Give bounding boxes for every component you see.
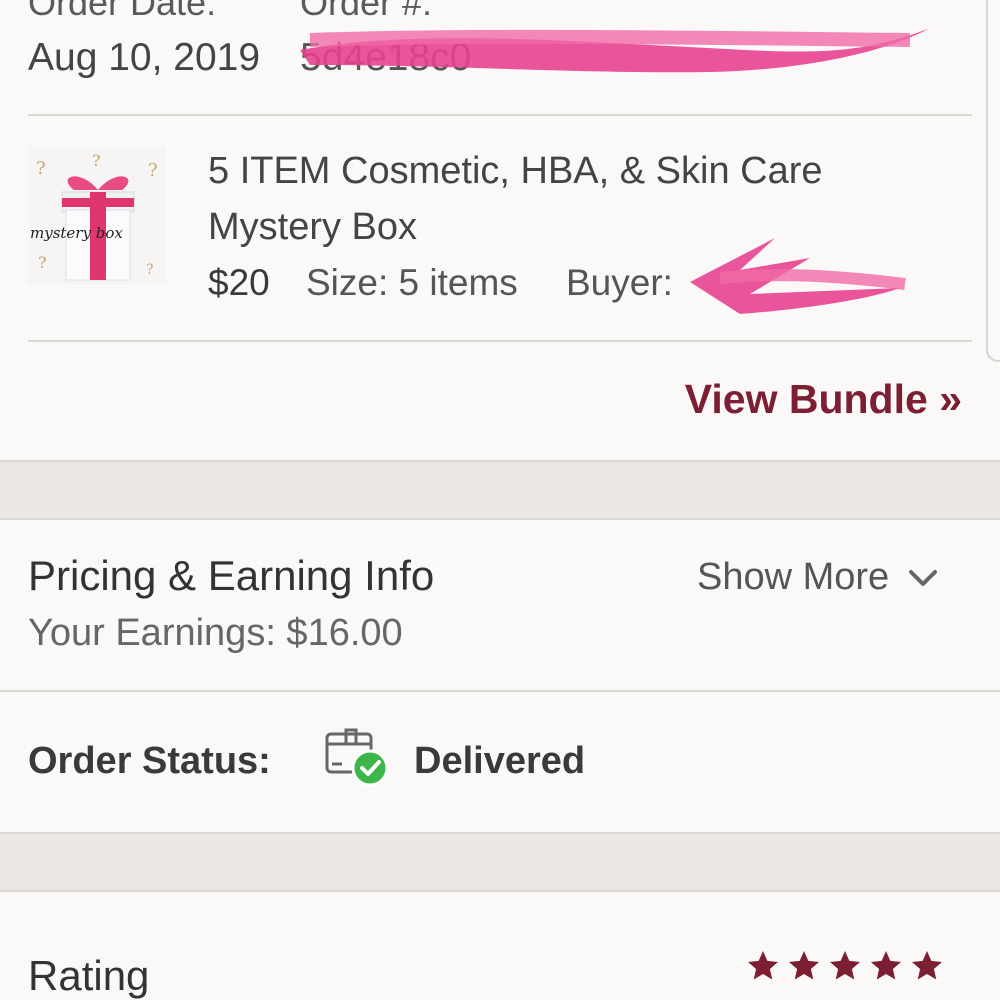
view-bundle-link[interactable]: View Bundle »: [685, 376, 962, 423]
divider: [0, 690, 1000, 692]
item-title-line2[interactable]: Mystery Box: [208, 206, 417, 249]
show-more-button[interactable]: Show More: [697, 556, 943, 599]
chevron-down-icon: [909, 569, 938, 586]
item-buyer-label: Buyer:: [566, 262, 673, 303]
svg-text:mystery box: mystery box: [30, 224, 123, 242]
redaction-scribble: [300, 28, 930, 73]
pricing-heading: Pricing & Earning Info: [28, 552, 435, 599]
order-date-value: Aug 10, 2019: [28, 36, 261, 79]
rating-heading: Rating: [28, 952, 150, 999]
divider: [28, 340, 972, 342]
divider: [28, 114, 972, 116]
star-icon: [871, 951, 901, 980]
delivered-package-icon: [325, 728, 389, 787]
rating-stars: [744, 948, 949, 984]
svg-text:?: ?: [146, 262, 154, 278]
svg-text:?: ?: [36, 158, 46, 179]
item-size: Size: 5 items: [306, 262, 518, 303]
item-price: $20: [208, 262, 270, 303]
svg-text:?: ?: [92, 151, 101, 170]
section-separator: [0, 832, 1000, 892]
section-separator: [0, 460, 1000, 520]
item-thumbnail[interactable]: ? ? ? ? ? mystery box: [28, 146, 166, 284]
show-more-label: Show More: [697, 556, 890, 598]
star-icon: [789, 951, 819, 980]
order-status-value: Delivered: [414, 740, 586, 782]
gift-box-icon: ? ? ? ? ? mystery box: [30, 151, 158, 281]
svg-text:?: ?: [148, 160, 158, 181]
item-title-line1[interactable]: 5 ITEM Cosmetic, HBA, & Skin Care: [208, 150, 823, 193]
star-icon: [830, 951, 860, 980]
buyer-redaction-scribble: [690, 238, 906, 314]
svg-text:?: ?: [38, 253, 47, 272]
scrollbar-edge: [986, 0, 1000, 362]
star-icon: [912, 951, 942, 980]
earnings-text: Your Earnings: $16.00: [28, 612, 403, 654]
order-date-label: Order Date:: [28, 0, 217, 23]
order-status-label: Order Status:: [28, 740, 271, 782]
star-icon: [748, 951, 778, 980]
